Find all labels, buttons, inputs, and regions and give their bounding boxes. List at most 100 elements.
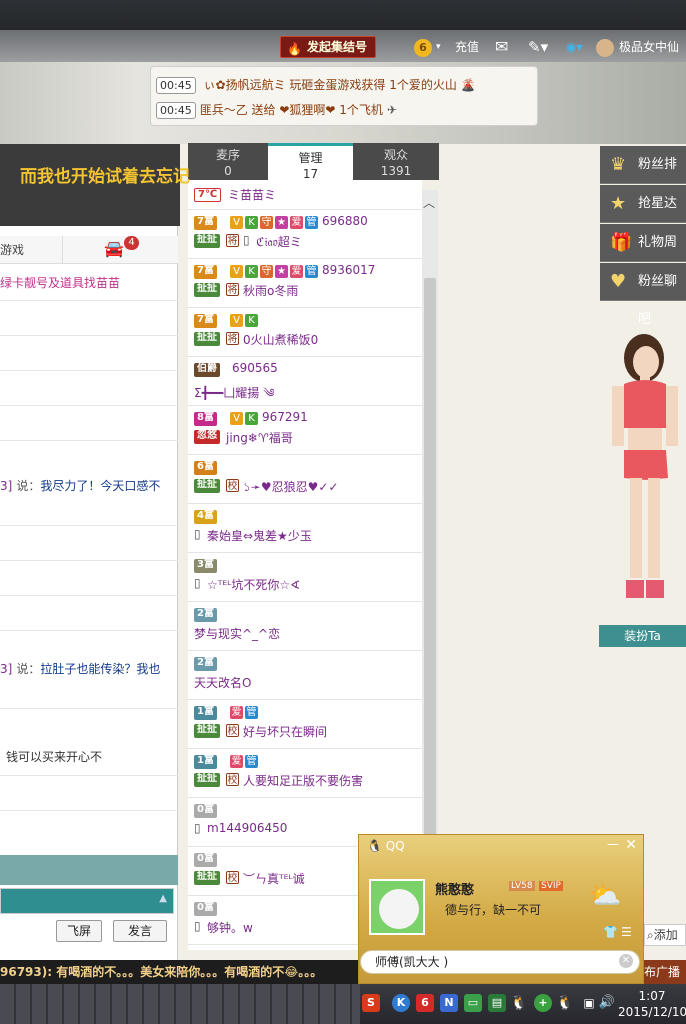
phone-icon: ▯	[194, 576, 201, 590]
tag-badge: 爱	[290, 265, 303, 278]
broadcast-button[interactable]: 布广播	[644, 960, 686, 984]
shirt-icon[interactable]: 👕	[603, 925, 618, 939]
room-title: 而我也开始试着去忘记	[0, 144, 190, 226]
member-name: ℭ𝔦𝔞𝔬超ミ	[256, 235, 302, 249]
plane-icon: ✈	[386, 103, 397, 117]
level-badge: 7富	[194, 265, 217, 279]
scroll-up-icon[interactable]: ︿	[423, 194, 435, 211]
send-button[interactable]: 发言	[113, 920, 167, 942]
app-icon[interactable]: ▤	[488, 994, 506, 1012]
fan-badge: 扯扯	[194, 479, 220, 493]
tag-badge: 管	[305, 265, 318, 278]
add-button[interactable]: ⌕添加	[644, 924, 686, 946]
rally-button[interactable]: 🔥 发起集结号	[280, 36, 377, 58]
list-item[interactable]: 6富 扯扯校 ১➛♥忍狼忍♥✓✓	[188, 455, 422, 504]
qq-message[interactable]: 师傅(凯大大 ) ✕	[360, 950, 640, 974]
announcement-1: 00:45 ぃ✿扬帆远航ミ 玩砸金蛋游戏获得 1个爱的火山 🌋	[156, 76, 476, 94]
tag-badge: 管	[245, 706, 258, 719]
user-avatar[interactable]	[596, 36, 614, 58]
shield-badge: 将	[226, 283, 239, 296]
qq-title: 🐧 QQ	[367, 839, 405, 853]
minimize-icon[interactable]: —	[607, 837, 619, 851]
tag-badge: 守	[260, 265, 273, 278]
list-item[interactable]: 2富 天天改名O	[188, 651, 422, 700]
tag-badge: V	[230, 216, 243, 229]
level-badge: 7富	[194, 216, 217, 230]
desktop-wallpaper	[0, 984, 360, 1024]
chat-message-3: 钱可以买来开心不	[6, 750, 103, 764]
list-item[interactable]: 3富 ▯ ☆ᵀᴱᴸ坑不死你☆∢	[188, 553, 422, 602]
qq-signature: 德与行，缺一不可	[445, 903, 542, 917]
qq-tray-icon[interactable]: 🐧	[510, 994, 528, 1012]
member-name: 梦与现实^_^恋	[194, 627, 281, 641]
volume-icon[interactable]: 🔊	[598, 994, 616, 1012]
member-name: 好与坏只在瞬间	[243, 725, 328, 739]
heart-icon: ♥	[610, 271, 627, 292]
fly-screen-button[interactable]: 飞屏	[56, 920, 102, 942]
list-item[interactable]: 7富 V K 守 ★ 爱管 696880 扯扯将 ▯ ℭ𝔦𝔞𝔬超ミ	[188, 210, 422, 259]
kugou-icon[interactable]: K	[392, 994, 410, 1012]
app-icon[interactable]: N	[440, 994, 458, 1012]
shield-badge: 校	[226, 871, 239, 884]
mail-icon[interactable]: ✉	[495, 36, 508, 58]
sogou-icon[interactable]: S	[362, 994, 380, 1012]
clock[interactable]: 1:07 2015/12/10	[618, 988, 686, 1020]
network-icon[interactable]: ▣	[580, 994, 598, 1012]
list-item[interactable]: 2富 梦与现实^_^恋	[188, 602, 422, 651]
qq-avatar[interactable]	[369, 879, 425, 935]
list-item[interactable]: 8富 V K 967291 忽悠 jing❄♈福哥	[188, 406, 422, 455]
clear-icon[interactable]: ✕	[619, 954, 633, 968]
notice-text: 绿卡靓号及道具找苗苗	[0, 276, 121, 290]
app-icon[interactable]: +	[534, 994, 552, 1012]
list-item[interactable]: 伯爵 690565 Σ╋━━凵耀揚 ༄	[188, 357, 422, 406]
weather-icon: ⛅	[589, 881, 622, 911]
tag-badge: 爱	[290, 216, 303, 229]
level-badge: 8富	[194, 412, 217, 426]
fan-badge: 扯扯	[194, 283, 220, 297]
car-icon[interactable]: 🚘	[104, 239, 124, 258]
recharge-link[interactable]: 充值	[455, 36, 479, 58]
status-icon[interactable]: ◉▾	[566, 36, 583, 58]
list-item[interactable]: 7℃ ミ苗苗ミ	[188, 180, 422, 210]
crown-icon: ♛	[610, 154, 627, 175]
chat-input[interactable]: ▲	[0, 888, 174, 914]
star-grab-button[interactable]: ★抢星达人	[600, 185, 686, 249]
member-name: jing❄♈福哥	[226, 431, 293, 445]
tab-game[interactable]: 游戏	[0, 241, 24, 258]
list-item[interactable]: 7富 V K 扯扯将 0火山煮稀饭0	[188, 308, 422, 357]
tab-admin[interactable]: 管理 17	[268, 143, 353, 181]
fan-chat-button[interactable]: ♥ 粉丝聊吧	[600, 263, 686, 327]
level-coin-icon[interactable]: 6	[414, 36, 434, 58]
edit-icon[interactable]: ✎▾	[528, 36, 548, 58]
qq-tray-icon[interactable]: 🐧	[556, 994, 574, 1012]
level-badge: 0富	[194, 853, 217, 867]
member-name: m144906450	[207, 821, 288, 835]
app-icon[interactable]: ▭	[464, 994, 482, 1012]
gift-weekly-button[interactable]: 🎁礼物周星	[600, 224, 686, 288]
list-item[interactable]: 1富爱管扯扯校好与坏只在瞬间	[188, 700, 422, 749]
fan-ranking-button[interactable]: ♛粉丝排行	[600, 146, 686, 210]
avatar-figure[interactable]	[600, 318, 686, 620]
tab-queue[interactable]: 麦序 0	[188, 143, 268, 180]
dress-up-button[interactable]: 装扮Ta	[599, 625, 686, 647]
list-item[interactable]: 4富 ▯ 秦始皇⇔鬼差★少玉	[188, 504, 422, 553]
tag-badge: V	[230, 412, 243, 425]
tab-audience[interactable]: 观众 1391	[353, 143, 439, 180]
scrollbar-thumb[interactable]	[424, 278, 436, 838]
list-item[interactable]: 1富爱管扯扯校人要知足正版不要伤害	[188, 749, 422, 798]
close-icon[interactable]: ✕	[625, 837, 637, 853]
car-badge: 4	[124, 236, 139, 250]
chat-message-1: 3] 说：我尽力了！今天口感不	[0, 479, 161, 493]
chevron-down-icon[interactable]: ▾	[436, 36, 441, 58]
member-name: 人要知足正版不要伤害	[243, 774, 364, 788]
fan-badge: 扯扯	[194, 871, 220, 885]
chevron-up-icon[interactable]: ▲	[159, 893, 167, 904]
more-icon[interactable]: ☰	[621, 925, 632, 939]
level-badge: 0富	[194, 902, 217, 916]
shield-badge: 将	[226, 332, 239, 345]
tag-badge: 爱	[230, 755, 243, 768]
chat-panel	[0, 144, 178, 964]
six-room-icon[interactable]: 6	[416, 994, 434, 1012]
username-label[interactable]: 极品女中仙	[619, 36, 679, 58]
list-item[interactable]: 7富 V K 守 ★ 爱管 8936017 扯扯将秋雨o冬雨	[188, 259, 422, 308]
